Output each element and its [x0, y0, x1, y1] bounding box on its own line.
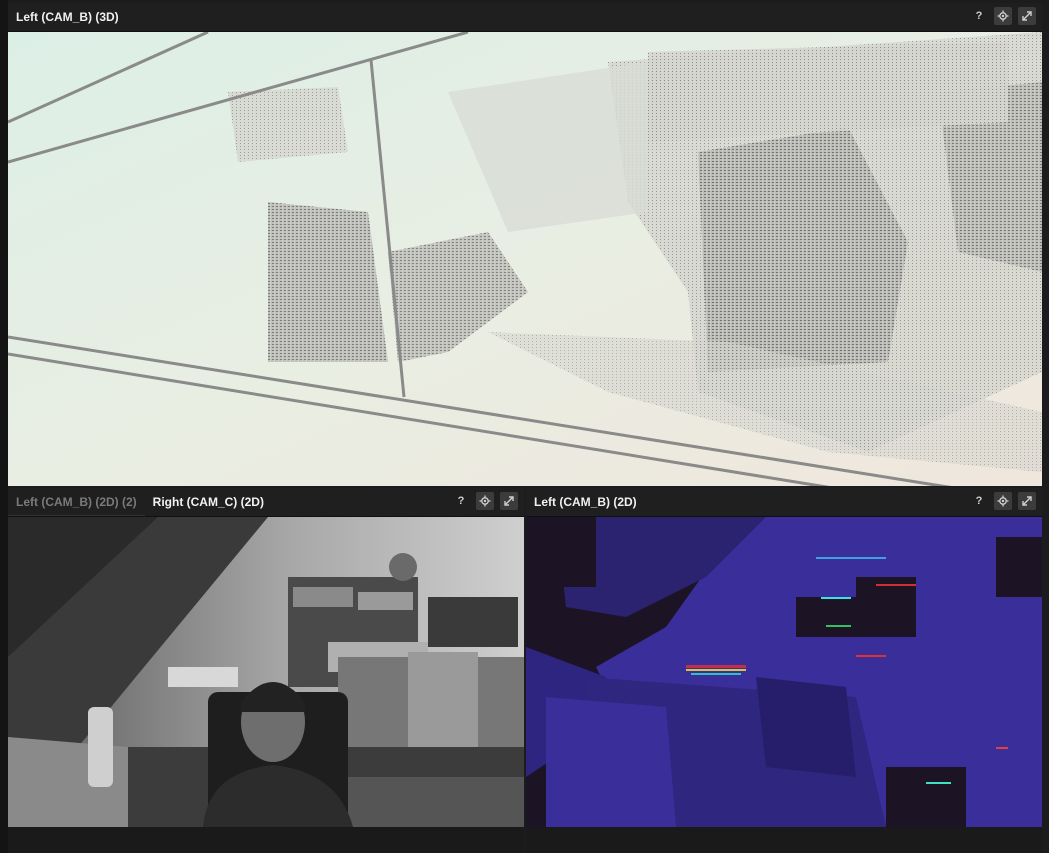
gear-icon[interactable]: [476, 492, 494, 510]
panel-header: Left (CAM_B) (2D) ?: [526, 488, 1042, 517]
depth-image: [526, 517, 1042, 853]
tab-right-cam-c-2d[interactable]: Right (CAM_C) (2D): [145, 488, 272, 516]
expand-icon[interactable]: [500, 492, 518, 510]
expand-icon[interactable]: [1018, 7, 1036, 25]
help-button[interactable]: ?: [452, 492, 470, 510]
panel-header: Left (CAM_B) (2D) (2) Right (CAM_C) (2D)…: [8, 488, 524, 517]
panel-header: Left (CAM_B) (3D) ?: [8, 3, 1042, 32]
gear-icon[interactable]: [994, 492, 1012, 510]
gear-icon[interactable]: [994, 7, 1012, 25]
panel-right-cam-2d: Left (CAM_B) (2D) (2) Right (CAM_C) (2D)…: [8, 488, 524, 853]
point-cloud-viewport[interactable]: [8, 30, 1042, 486]
panel-title: Left (CAM_B) (3D): [16, 10, 119, 24]
mono-camera-viewport[interactable]: [8, 517, 524, 853]
expand-icon[interactable]: [1018, 492, 1036, 510]
left-edge-strip: [0, 0, 8, 853]
panel-controls: ?: [970, 7, 1036, 25]
panel-title: Left (CAM_B) (2D): [534, 495, 637, 509]
panel-3d-view: Left (CAM_B) (3D) ?: [8, 3, 1042, 486]
help-button[interactable]: ?: [970, 492, 988, 510]
tab-left-cam-b-2d-2[interactable]: Left (CAM_B) (2D) (2): [8, 488, 145, 516]
panel-controls: ?: [452, 492, 518, 510]
point-cloud-render: [8, 30, 1042, 486]
depth-viewport[interactable]: [526, 517, 1042, 853]
help-button[interactable]: ?: [970, 7, 988, 25]
panel-depth-2d: Left (CAM_B) (2D) ?: [526, 488, 1042, 853]
panel-controls: ?: [970, 492, 1036, 510]
mono-camera-image: [8, 517, 524, 853]
